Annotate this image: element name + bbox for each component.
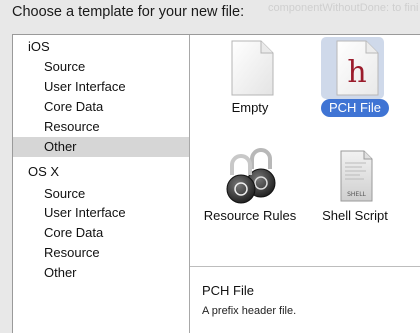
template-pch-file[interactable]: h PCH File (300, 37, 410, 117)
description-title: PCH File (202, 283, 255, 298)
sidebar-item-osx-user-interface[interactable]: User Interface (13, 203, 189, 223)
sidebar-item-ios-resource[interactable]: Resource (13, 117, 189, 137)
sidebar-group-ios[interactable]: iOS (13, 37, 189, 57)
template-category-sidebar: iOS Source User Interface Core Data Reso… (13, 35, 190, 333)
template-empty[interactable]: Empty (195, 37, 305, 117)
sidebar-item-osx-source[interactable]: Source (13, 184, 189, 204)
background-window-text: componentWithoutDone: to finish (268, 2, 418, 14)
sidebar-item-ios-core-data[interactable]: Core Data (13, 97, 189, 117)
template-label: PCH File (320, 99, 389, 117)
padlocks-icon (195, 145, 305, 205)
sidebar-item-osx-core-data[interactable]: Core Data (13, 223, 189, 243)
shell-glyph: SHELL (347, 191, 366, 198)
template-label: Resource Rules (203, 208, 297, 223)
header-glyph: h (347, 55, 366, 90)
description-text: A prefix header file. (202, 305, 297, 317)
template-label: Empty (231, 100, 269, 115)
header-file-icon: h (300, 37, 410, 99)
template-shell-script[interactable]: SHELL Shell Script (300, 145, 410, 225)
template-resource-rules[interactable]: Resource Rules (195, 145, 305, 225)
template-grid: Empty h PCH File Resource Rules SHELL Sh… (190, 35, 420, 333)
sidebar-item-ios-other[interactable]: Other (13, 137, 189, 157)
dialog-heading: Choose a template for your new file: (12, 4, 245, 20)
sidebar-group-osx[interactable]: OS X (13, 162, 189, 182)
template-label: Shell Script (322, 208, 388, 223)
sidebar-item-osx-resource[interactable]: Resource (13, 243, 189, 263)
sidebar-item-ios-user-interface[interactable]: User Interface (13, 77, 189, 97)
sidebar-item-osx-other[interactable]: Other (13, 263, 189, 283)
template-description-pane: PCH File A prefix header file. (190, 267, 420, 333)
sidebar-item-ios-source[interactable]: Source (13, 57, 189, 77)
blank-document-icon (195, 37, 305, 97)
shell-script-icon: SHELL (300, 145, 410, 205)
template-chooser: iOS Source User Interface Core Data Reso… (12, 34, 420, 333)
